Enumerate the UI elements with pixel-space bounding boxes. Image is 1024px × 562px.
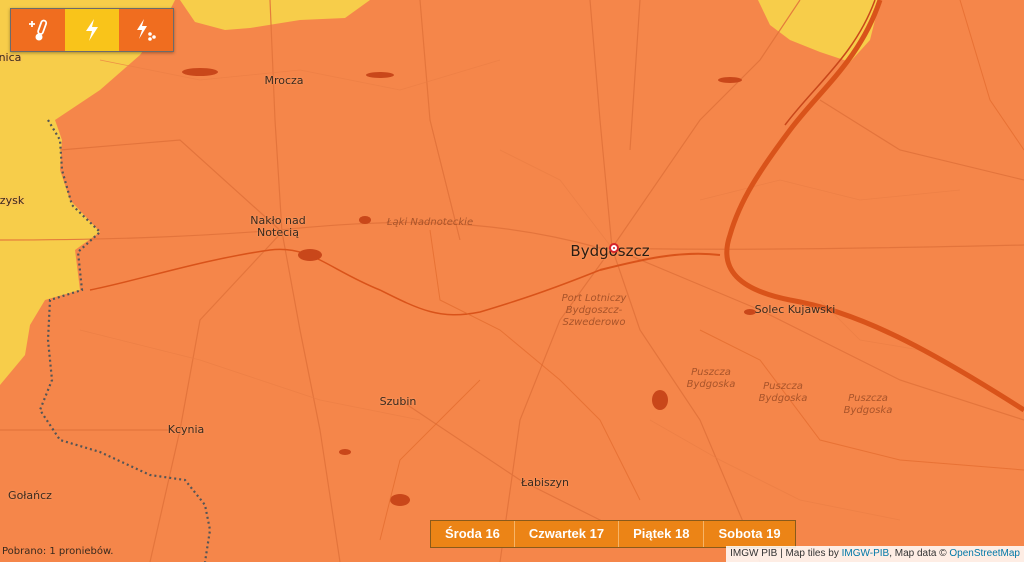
notec-river [89,248,601,316]
tiles-link[interactable]: IMGW-PIB [842,548,890,559]
day-wednesday-button[interactable]: Środa 16 [431,521,515,547]
status-text: Pobrano: 1 proniebów. [2,546,114,557]
place-zysk: zysk [0,194,25,207]
place-nica: nica [0,51,22,64]
thunderstorm-hail-icon [137,19,156,41]
day-thursday-button[interactable]: Czwartek 17 [514,521,620,547]
lightning-icon [86,19,98,41]
area-puszcza-1: Puszcza Bydgoska [686,367,736,390]
phenomenon-heat-button[interactable] [11,9,65,51]
attribution-prefix: IMGW PIB | Map tiles by [730,548,842,559]
map-attribution: IMGW PIB | Map tiles by IMGW-PIB, Map da… [726,546,1024,562]
phenomenon-storm-hail-button[interactable] [119,9,173,51]
place-szubin: Szubin [379,395,417,408]
day-friday-button[interactable]: Piątek 18 [619,521,705,547]
area-laki-nadnoteckie: Łąki Nadnoteckie [386,217,474,228]
area-puszcza-2: Puszcza Bydgoska [758,381,808,404]
yellow-zone-northeast [758,0,880,62]
place-kcynia: Kcynia [167,423,205,436]
phenomenon-storm-button[interactable] [65,9,119,51]
area-puszcza-3: Puszcza Bydgoska [843,393,893,416]
day-selector: Środa 16 Czwartek 17 Piątek 18 Sobota 19 [430,520,796,548]
warning-map[interactable]: Mrocza Nakło nad Notecią Bydgoszcz Solec… [0,0,1024,562]
day-saturday-button[interactable]: Sobota 19 [704,521,795,547]
place-naklo: Nakło nad Notecią [250,214,306,239]
yellow-zone-west [0,0,175,385]
phenomena-selector [10,8,174,52]
place-mrocza: Mrocza [264,74,304,87]
map-canvas[interactable] [0,0,1024,562]
city-marker-bydgoszcz[interactable] [609,243,619,253]
yellow-zone-north [180,0,370,30]
attribution-middle: , Map data © [889,548,950,559]
vistula-river [724,0,1024,413]
heat-thermometer-icon [29,19,48,41]
area-airport: Port Lotniczy Bydgoszcz- Szwederowo [561,293,627,328]
place-labiszyn: Łabiszyn [521,476,569,489]
place-golancz: Gołańcz [8,489,52,502]
place-solec-kujawski: Solec Kujawski [754,303,836,316]
osm-link[interactable]: OpenStreetMap [949,548,1020,559]
